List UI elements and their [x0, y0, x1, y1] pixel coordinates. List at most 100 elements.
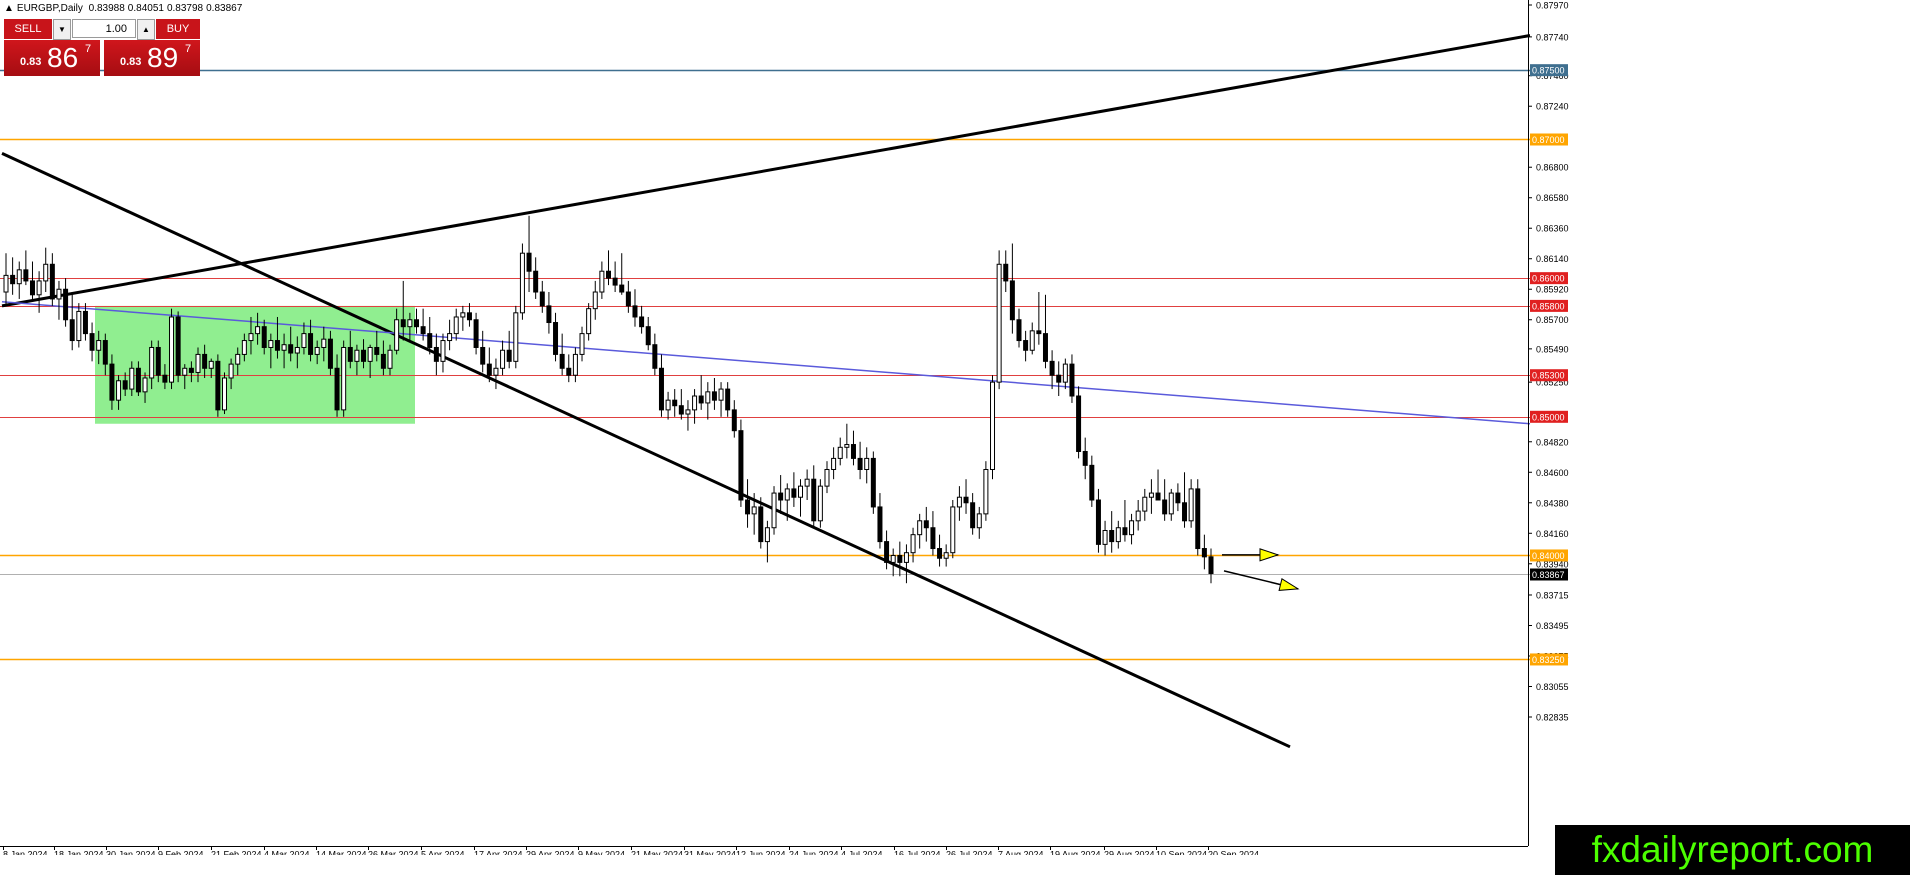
candle-bull [116, 380, 122, 401]
candle-bull [784, 488, 790, 501]
candle-bear [745, 499, 751, 515]
candle-bull [910, 534, 916, 554]
y-tick-label: 0.86800 [1536, 163, 1569, 173]
candle-bull [321, 338, 327, 348]
candle-bear [374, 346, 380, 355]
buy-price-sup: 7 [185, 43, 192, 55]
y-tick-label: 0.86580 [1536, 193, 1569, 203]
candle-bull [996, 263, 1002, 383]
candle-bear [725, 388, 731, 411]
candle-bull [804, 478, 810, 487]
level-price-label: 0.87000 [1532, 135, 1565, 145]
x-tick-label: 16 Jul 2024 [894, 849, 941, 855]
candle-bear [1009, 280, 1015, 321]
lot-size-input[interactable]: 1.00 [72, 19, 136, 38]
candle-bear [711, 391, 717, 401]
candle-bull [149, 346, 155, 379]
candle-bear [1195, 488, 1201, 550]
candle-bear [897, 554, 903, 563]
x-tick-label: 20 Sep 2024 [1208, 849, 1259, 855]
candle-bull [718, 388, 724, 401]
sell-price-button[interactable]: 0.83 86 7 [4, 40, 100, 76]
price-chart[interactable]: 0.879700.877400.874600.872400.868000.865… [0, 0, 1912, 855]
level-price-label: 0.84000 [1532, 551, 1565, 561]
candle-bull [195, 353, 201, 373]
current-price-label: 0.83867 [1532, 570, 1565, 580]
candle-bull [592, 291, 598, 310]
x-tick-label: 4 Jul 2024 [841, 849, 883, 855]
candle-bear [672, 399, 678, 407]
candle-bear [658, 367, 664, 411]
lot-decrease-icon[interactable]: ▼ [53, 19, 71, 40]
candle-bear [1076, 395, 1082, 452]
candle-bull [208, 360, 214, 369]
candle-bull [407, 319, 413, 328]
candle-bear [175, 316, 181, 376]
lot-increase-icon[interactable]: ▲ [137, 19, 155, 40]
candle-bull [182, 367, 188, 376]
candle-bull [169, 316, 175, 383]
buy-price-small: 0.83 [120, 56, 142, 68]
candle-bear [1175, 492, 1181, 504]
x-tick-label: 9 May 2024 [578, 849, 625, 855]
candle-bear [480, 346, 486, 365]
candle-bull [1129, 520, 1135, 536]
y-tick-label: 0.83495 [1536, 621, 1569, 631]
menu-triangle-icon: ▲ [4, 3, 14, 14]
y-tick-label: 0.85700 [1536, 315, 1569, 325]
candle-bear [466, 312, 472, 321]
x-tick-label: 17 Apr 2024 [474, 849, 523, 855]
x-tick-label: 30 Jan 2024 [106, 849, 156, 855]
sell-button[interactable]: SELL [4, 19, 52, 39]
falling-trendline [1, 151, 1291, 749]
candle-bull [513, 312, 519, 362]
candle-bear [553, 322, 559, 355]
x-tick-label: 24 Jun 2024 [789, 849, 839, 855]
candle-bull [354, 349, 360, 362]
candle-bull [3, 274, 9, 293]
candle-bear [1162, 499, 1168, 515]
candle-bull [798, 485, 804, 498]
candle-bull [268, 340, 274, 348]
candle-bear [1003, 263, 1009, 282]
candle-bull [692, 395, 698, 411]
candle-bull [586, 308, 592, 335]
candle-bear [109, 363, 115, 401]
candle-bull [983, 468, 989, 515]
candle-bull [599, 270, 605, 293]
candle-bear [606, 270, 611, 279]
candle-bear [526, 252, 532, 272]
candle-bear [1069, 363, 1075, 397]
candle-bull [301, 333, 307, 348]
candle-bull [96, 340, 102, 351]
buy-button[interactable]: BUY [156, 19, 200, 39]
candle-bear [758, 506, 764, 543]
x-tick-label: 26 Jul 2024 [946, 849, 993, 855]
candle-bull [771, 492, 777, 529]
candle-bear [102, 340, 108, 365]
candle-bear [738, 430, 744, 501]
candle-bull [824, 468, 830, 487]
candle-bear [162, 374, 168, 383]
y-tick-label: 0.86360 [1536, 224, 1569, 234]
candle-bear [1208, 556, 1214, 574]
candle-bull [387, 349, 393, 369]
candle-bear [870, 457, 876, 508]
candle-bear [1089, 464, 1095, 501]
brand-watermark: fxdailyreport.com [1555, 825, 1910, 875]
candle-bull [837, 446, 843, 459]
candle-bear [63, 288, 69, 321]
x-tick-label: 7 Aug 2024 [998, 849, 1044, 855]
range-box [95, 305, 415, 424]
candle-bear [202, 353, 208, 369]
candle-bear [308, 333, 314, 355]
candle-bull [36, 280, 42, 296]
candle-bear [135, 367, 141, 393]
buy-price-button[interactable]: 0.83 89 7 [104, 40, 200, 76]
candle-bear [380, 353, 386, 369]
candle-bear [791, 488, 797, 498]
candle-bull [248, 333, 254, 342]
candle-bull [831, 457, 837, 470]
y-tick-label: 0.84820 [1536, 437, 1569, 447]
candle-bear [539, 291, 545, 307]
